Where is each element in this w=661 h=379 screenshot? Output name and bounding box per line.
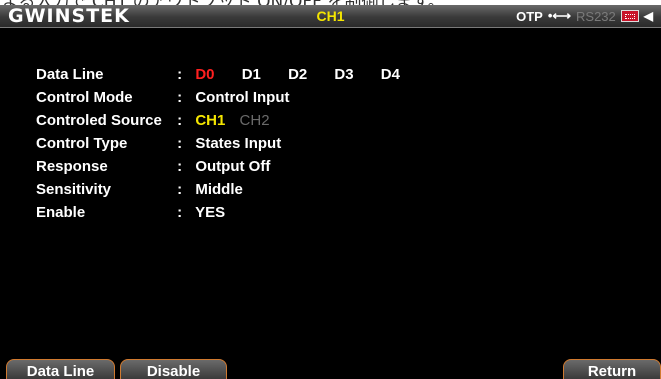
setting-value: Output Off — [195, 158, 271, 175]
setting-label: Response — [36, 158, 108, 175]
setting-label: Control Mode — [36, 89, 133, 106]
setting-colon: : — [177, 89, 183, 106]
title-bar: GWINSTEK CH1 OTP •⟷ RS232 ◀ — [0, 5, 661, 28]
rs232-indicator: RS232 — [576, 8, 616, 24]
setting-colon: : — [177, 181, 183, 198]
option-d2[interactable]: D2 — [288, 63, 307, 86]
setting-value: YES — [195, 204, 226, 221]
setting-row-enable[interactable]: Enable : YES — [36, 201, 423, 224]
setting-value: States Input — [195, 135, 282, 152]
option-d4[interactable]: D4 — [381, 63, 400, 86]
setting-label: Sensitivity — [36, 181, 112, 198]
setting-row-sensitivity[interactable]: Sensitivity : Middle — [36, 178, 423, 201]
option-ch2[interactable]: CH2 — [240, 109, 270, 132]
softkey-disable[interactable]: Disable — [120, 359, 227, 379]
status-area: OTP •⟷ RS232 ◀ — [516, 7, 653, 25]
setting-row-control-type[interactable]: Control Type : States Input — [36, 132, 423, 155]
softkey-data-line[interactable]: Data Line — [6, 359, 115, 379]
settings-panel: Data Line : D0 D1 D2 D3 D4 Control Mode … — [36, 63, 423, 224]
speaker-icon: ◀ — [643, 9, 653, 23]
instrument-screen: GWINSTEK CH1 OTP •⟷ RS232 ◀ Data Line : … — [0, 5, 661, 379]
setting-colon: : — [177, 158, 183, 175]
setting-colon: : — [177, 112, 183, 129]
option-d3[interactable]: D3 — [334, 63, 353, 86]
setting-value: Control Input — [195, 89, 290, 106]
usb-icon: •⟷ — [547, 8, 572, 23]
setting-colon: : — [177, 135, 183, 152]
option-d1[interactable]: D1 — [242, 63, 261, 86]
setting-colon: : — [177, 66, 183, 83]
setting-value: Middle — [195, 181, 243, 198]
setting-label: Data Line — [36, 66, 104, 83]
setting-row-data-line[interactable]: Data Line : D0 D1 D2 D3 D4 — [36, 63, 423, 86]
setting-row-control-mode[interactable]: Control Mode : Control Input — [36, 86, 423, 109]
softkey-bar: Data Line Disable Return — [0, 359, 661, 379]
setting-row-controlled-source[interactable]: Controled Source : CH1 CH2 — [36, 109, 423, 132]
setting-colon: : — [177, 204, 183, 221]
option-ch1[interactable]: CH1 — [195, 109, 225, 132]
softkey-return[interactable]: Return — [563, 359, 661, 379]
otp-indicator: OTP — [516, 8, 543, 24]
setting-row-response[interactable]: Response : Output Off — [36, 155, 423, 178]
setting-label: Controled Source — [36, 112, 162, 129]
lan-icon — [620, 10, 639, 22]
setting-label: Control Type — [36, 135, 128, 152]
setting-label: Enable — [36, 204, 86, 221]
option-d0[interactable]: D0 — [195, 63, 214, 86]
